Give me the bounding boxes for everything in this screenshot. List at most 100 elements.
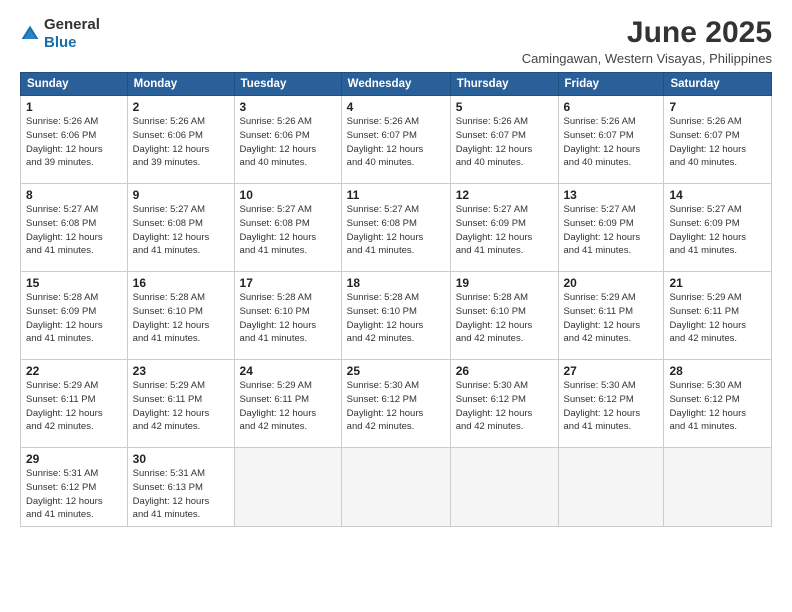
day-info: Sunrise: 5:26 AM Sunset: 6:07 PM Dayligh… <box>669 115 766 170</box>
day-number: 12 <box>456 188 553 202</box>
day-info: Sunrise: 5:27 AM Sunset: 6:08 PM Dayligh… <box>26 203 122 258</box>
day-info: Sunrise: 5:26 AM Sunset: 6:06 PM Dayligh… <box>133 115 229 170</box>
day-number: 18 <box>347 276 445 290</box>
day-info: Sunrise: 5:29 AM Sunset: 6:11 PM Dayligh… <box>240 379 336 434</box>
day-info: Sunrise: 5:26 AM Sunset: 6:06 PM Dayligh… <box>240 115 336 170</box>
table-row: 3Sunrise: 5:26 AM Sunset: 6:06 PM Daylig… <box>234 96 341 184</box>
day-number: 7 <box>669 100 766 114</box>
table-row: 12Sunrise: 5:27 AM Sunset: 6:09 PM Dayli… <box>450 184 558 272</box>
day-number: 3 <box>240 100 336 114</box>
day-info: Sunrise: 5:28 AM Sunset: 6:09 PM Dayligh… <box>26 291 122 346</box>
calendar-table: Sunday Monday Tuesday Wednesday Thursday… <box>20 72 772 527</box>
day-info: Sunrise: 5:31 AM Sunset: 6:13 PM Dayligh… <box>133 467 229 522</box>
calendar-week-row: 22Sunrise: 5:29 AM Sunset: 6:11 PM Dayli… <box>21 360 772 448</box>
table-row: 28Sunrise: 5:30 AM Sunset: 6:12 PM Dayli… <box>664 360 772 448</box>
logo-general: General <box>44 16 100 33</box>
day-number: 2 <box>133 100 229 114</box>
day-info: Sunrise: 5:28 AM Sunset: 6:10 PM Dayligh… <box>240 291 336 346</box>
day-info: Sunrise: 5:27 AM Sunset: 6:08 PM Dayligh… <box>347 203 445 258</box>
day-number: 24 <box>240 364 336 378</box>
day-number: 30 <box>133 452 229 466</box>
table-row: 13Sunrise: 5:27 AM Sunset: 6:09 PM Dayli… <box>558 184 664 272</box>
header: General Blue June 2025 Camingawan, Weste… <box>20 16 772 66</box>
day-number: 8 <box>26 188 122 202</box>
day-number: 28 <box>669 364 766 378</box>
table-row: 2Sunrise: 5:26 AM Sunset: 6:06 PM Daylig… <box>127 96 234 184</box>
day-number: 14 <box>669 188 766 202</box>
day-info: Sunrise: 5:29 AM Sunset: 6:11 PM Dayligh… <box>26 379 122 434</box>
month-title: June 2025 <box>522 16 772 49</box>
col-friday: Friday <box>558 73 664 96</box>
day-number: 9 <box>133 188 229 202</box>
day-number: 10 <box>240 188 336 202</box>
day-number: 17 <box>240 276 336 290</box>
table-row: 17Sunrise: 5:28 AM Sunset: 6:10 PM Dayli… <box>234 272 341 360</box>
table-row: 5Sunrise: 5:26 AM Sunset: 6:07 PM Daylig… <box>450 96 558 184</box>
day-info: Sunrise: 5:27 AM Sunset: 6:09 PM Dayligh… <box>564 203 659 258</box>
day-number: 13 <box>564 188 659 202</box>
day-info: Sunrise: 5:30 AM Sunset: 6:12 PM Dayligh… <box>347 379 445 434</box>
table-row: 21Sunrise: 5:29 AM Sunset: 6:11 PM Dayli… <box>664 272 772 360</box>
table-row: 4Sunrise: 5:26 AM Sunset: 6:07 PM Daylig… <box>341 96 450 184</box>
table-row: 22Sunrise: 5:29 AM Sunset: 6:11 PM Dayli… <box>21 360 128 448</box>
day-number: 23 <box>133 364 229 378</box>
day-number: 21 <box>669 276 766 290</box>
day-info: Sunrise: 5:30 AM Sunset: 6:12 PM Dayligh… <box>456 379 553 434</box>
day-number: 26 <box>456 364 553 378</box>
table-row: 11Sunrise: 5:27 AM Sunset: 6:08 PM Dayli… <box>341 184 450 272</box>
table-row: 19Sunrise: 5:28 AM Sunset: 6:10 PM Dayli… <box>450 272 558 360</box>
table-row: 25Sunrise: 5:30 AM Sunset: 6:12 PM Dayli… <box>341 360 450 448</box>
table-row: 1Sunrise: 5:26 AM Sunset: 6:06 PM Daylig… <box>21 96 128 184</box>
day-info: Sunrise: 5:27 AM Sunset: 6:08 PM Dayligh… <box>240 203 336 258</box>
table-row: 30Sunrise: 5:31 AM Sunset: 6:13 PM Dayli… <box>127 448 234 527</box>
day-number: 20 <box>564 276 659 290</box>
table-row: 7Sunrise: 5:26 AM Sunset: 6:07 PM Daylig… <box>664 96 772 184</box>
day-info: Sunrise: 5:26 AM Sunset: 6:06 PM Dayligh… <box>26 115 122 170</box>
table-row: 8Sunrise: 5:27 AM Sunset: 6:08 PM Daylig… <box>21 184 128 272</box>
col-saturday: Saturday <box>664 73 772 96</box>
col-sunday: Sunday <box>21 73 128 96</box>
day-number: 6 <box>564 100 659 114</box>
table-row: 10Sunrise: 5:27 AM Sunset: 6:08 PM Dayli… <box>234 184 341 272</box>
col-tuesday: Tuesday <box>234 73 341 96</box>
table-row <box>558 448 664 527</box>
calendar-week-row: 29Sunrise: 5:31 AM Sunset: 6:12 PM Dayli… <box>21 448 772 527</box>
table-row: 20Sunrise: 5:29 AM Sunset: 6:11 PM Dayli… <box>558 272 664 360</box>
day-number: 5 <box>456 100 553 114</box>
day-number: 4 <box>347 100 445 114</box>
table-row: 14Sunrise: 5:27 AM Sunset: 6:09 PM Dayli… <box>664 184 772 272</box>
table-row <box>341 448 450 527</box>
table-row: 29Sunrise: 5:31 AM Sunset: 6:12 PM Dayli… <box>21 448 128 527</box>
day-number: 27 <box>564 364 659 378</box>
col-wednesday: Wednesday <box>341 73 450 96</box>
day-info: Sunrise: 5:27 AM Sunset: 6:08 PM Dayligh… <box>133 203 229 258</box>
day-number: 15 <box>26 276 122 290</box>
table-row: 18Sunrise: 5:28 AM Sunset: 6:10 PM Dayli… <box>341 272 450 360</box>
calendar-week-row: 15Sunrise: 5:28 AM Sunset: 6:09 PM Dayli… <box>21 272 772 360</box>
calendar-week-row: 8Sunrise: 5:27 AM Sunset: 6:08 PM Daylig… <box>21 184 772 272</box>
day-number: 29 <box>26 452 122 466</box>
calendar-week-row: 1Sunrise: 5:26 AM Sunset: 6:06 PM Daylig… <box>21 96 772 184</box>
logo-blue: Blue <box>44 34 77 51</box>
page-container: General Blue June 2025 Camingawan, Weste… <box>0 0 792 612</box>
day-info: Sunrise: 5:28 AM Sunset: 6:10 PM Dayligh… <box>133 291 229 346</box>
day-info: Sunrise: 5:27 AM Sunset: 6:09 PM Dayligh… <box>456 203 553 258</box>
table-row: 26Sunrise: 5:30 AM Sunset: 6:12 PM Dayli… <box>450 360 558 448</box>
calendar-header-row: Sunday Monday Tuesday Wednesday Thursday… <box>21 73 772 96</box>
day-info: Sunrise: 5:28 AM Sunset: 6:10 PM Dayligh… <box>347 291 445 346</box>
table-row: 24Sunrise: 5:29 AM Sunset: 6:11 PM Dayli… <box>234 360 341 448</box>
day-number: 1 <box>26 100 122 114</box>
day-info: Sunrise: 5:28 AM Sunset: 6:10 PM Dayligh… <box>456 291 553 346</box>
location-subtitle: Camingawan, Western Visayas, Philippines <box>522 51 772 66</box>
logo: General Blue <box>20 16 100 52</box>
title-block: June 2025 Camingawan, Western Visayas, P… <box>522 16 772 66</box>
day-info: Sunrise: 5:29 AM Sunset: 6:11 PM Dayligh… <box>669 291 766 346</box>
day-info: Sunrise: 5:26 AM Sunset: 6:07 PM Dayligh… <box>347 115 445 170</box>
day-info: Sunrise: 5:27 AM Sunset: 6:09 PM Dayligh… <box>669 203 766 258</box>
logo-icon <box>20 24 40 44</box>
col-monday: Monday <box>127 73 234 96</box>
table-row <box>664 448 772 527</box>
table-row: 27Sunrise: 5:30 AM Sunset: 6:12 PM Dayli… <box>558 360 664 448</box>
day-number: 25 <box>347 364 445 378</box>
table-row: 9Sunrise: 5:27 AM Sunset: 6:08 PM Daylig… <box>127 184 234 272</box>
